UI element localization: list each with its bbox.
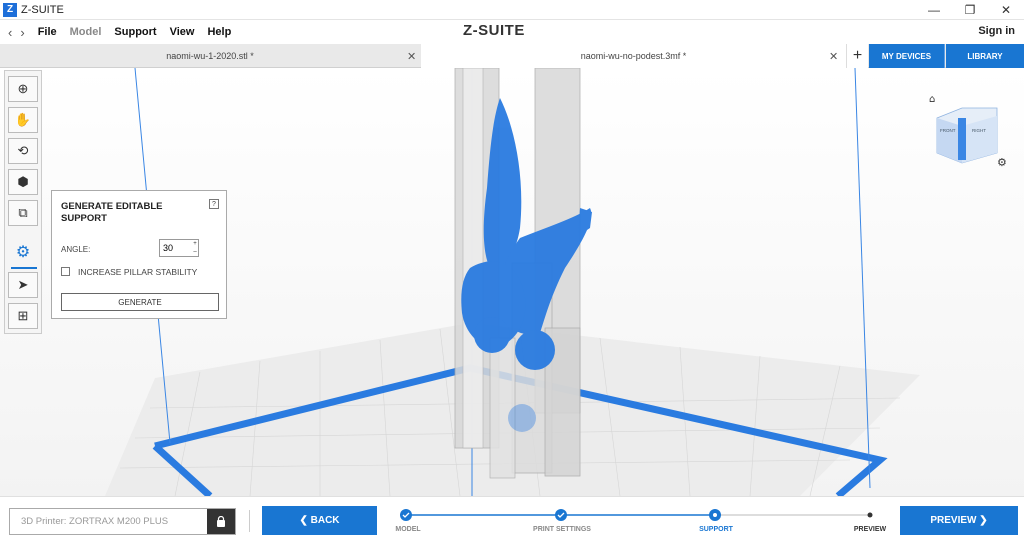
menu-support[interactable]: Support: [114, 26, 156, 38]
help-icon[interactable]: ?: [209, 199, 219, 209]
printer-selector[interactable]: 3D Printer: ZORTRAX M200 PLUS: [9, 508, 236, 535]
generate-button[interactable]: GENERATE: [61, 293, 219, 311]
my-devices-button[interactable]: MY DEVICES: [869, 44, 945, 68]
add-tab-button[interactable]: +: [846, 44, 868, 68]
step-support-label: SUPPORT: [699, 526, 733, 533]
tab-file-stl[interactable]: naomi-wu-1-2020.stl *: [0, 44, 420, 68]
window-controls: — ❐ ✕: [916, 0, 1024, 20]
step-preview-label: PREVIEW: [853, 526, 887, 533]
zoom-icon[interactable]: ⊕: [8, 76, 38, 102]
tab-close-icon[interactable]: ✕: [829, 44, 838, 68]
menu-help[interactable]: Help: [207, 26, 231, 38]
add-support-icon[interactable]: ⊞: [8, 303, 38, 329]
view-cube[interactable]: FRONT RIGHT: [936, 107, 998, 164]
title-bar: Z Z-SUITE — ❐ ✕: [0, 0, 1024, 20]
forward-arrow-icon[interactable]: ›: [20, 25, 24, 40]
spin-down-icon[interactable]: –: [191, 248, 199, 257]
tab-file-3mf[interactable]: naomi-wu-no-podest.3mf *: [421, 44, 846, 68]
pillar-stability-checkbox[interactable]: [61, 267, 70, 276]
support-gear-icon[interactable]: ⚙: [8, 239, 38, 265]
menu-view[interactable]: View: [170, 26, 195, 38]
printer-name: 3D Printer: ZORTRAX M200 PLUS: [21, 516, 169, 527]
pillar-stability-label: INCREASE PILLAR STABILITY: [78, 267, 198, 277]
view-settings-icon[interactable]: ⚙: [997, 156, 1007, 169]
panel-title: GENERATE EDITABLE SUPPORT: [61, 201, 163, 224]
cube-right-label: RIGHT: [972, 128, 986, 133]
window-title: Z-SUITE: [21, 3, 64, 16]
step-print-settings-label: PRINT SETTINGS: [533, 526, 591, 533]
brand-title: Z-SUITE: [463, 22, 525, 39]
cube-front-label: FRONT: [940, 128, 956, 133]
menu-file[interactable]: File: [38, 26, 57, 38]
menu-model[interactable]: Model: [70, 26, 102, 38]
pan-icon[interactable]: ✋: [8, 107, 38, 133]
divider: [249, 510, 250, 532]
active-tool-indicator: [11, 267, 37, 269]
preview-button[interactable]: PREVIEW ❯: [900, 506, 1018, 535]
lock-icon[interactable]: [207, 509, 235, 534]
tab-close-icon[interactable]: ✕: [407, 44, 416, 68]
minimize-button[interactable]: —: [916, 0, 952, 20]
view-icon[interactable]: ⬢: [8, 169, 38, 195]
app-logo-icon: Z: [3, 2, 17, 17]
step-model-label: MODEL: [395, 526, 421, 533]
select-arrow-icon[interactable]: ➤: [8, 272, 38, 298]
library-button[interactable]: LIBRARY: [946, 44, 1024, 68]
restore-button[interactable]: ❐: [952, 0, 988, 20]
left-toolbar: ⊕ ✋ ⟲ ⬢ ⧉ ⚙ ➤ ⊞: [4, 70, 42, 334]
rotate-icon[interactable]: ⟲: [8, 138, 38, 164]
sign-in-link[interactable]: Sign in: [978, 25, 1015, 37]
home-view-icon[interactable]: ⌂: [929, 94, 935, 105]
generate-support-panel: GENERATE EDITABLE SUPPORT ? ANGLE: + – I…: [51, 190, 227, 319]
back-button[interactable]: ❮ BACK: [262, 506, 377, 535]
tab-label: naomi-wu-1-2020.stl *: [166, 51, 254, 61]
close-button[interactable]: ✕: [988, 0, 1024, 20]
tab-label: naomi-wu-no-podest.3mf *: [580, 51, 687, 61]
back-arrow-icon[interactable]: ‹: [8, 25, 12, 40]
move-icon[interactable]: ⧉: [8, 200, 38, 226]
angle-label: ANGLE:: [61, 245, 91, 254]
